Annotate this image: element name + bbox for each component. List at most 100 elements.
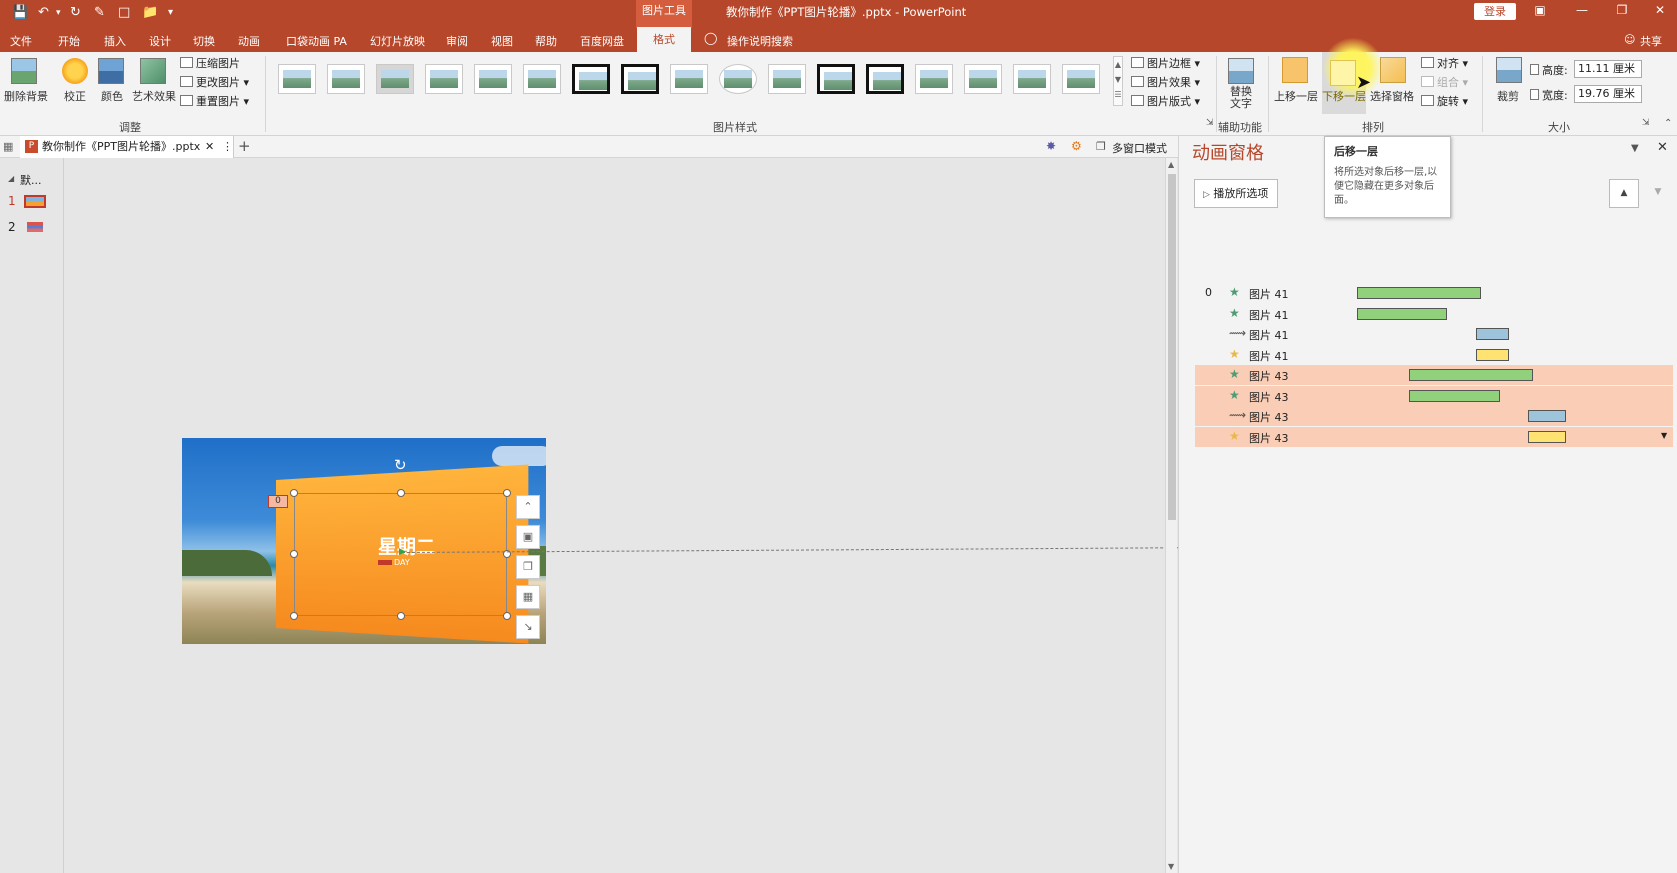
picture-layout-button[interactable]: 图片版式 ▾ bbox=[1131, 93, 1200, 109]
close-tab-icon[interactable]: ✕ bbox=[205, 136, 214, 158]
alt-text-button[interactable]: 替换 文字 bbox=[1230, 86, 1252, 110]
picture-style-option[interactable] bbox=[719, 64, 757, 94]
tab-slideshow[interactable]: 幻灯片放映 bbox=[370, 33, 425, 49]
touch-mode-icon[interactable]: ✎ bbox=[94, 5, 105, 20]
picture-style-option[interactable] bbox=[523, 64, 561, 94]
color-button[interactable]: 颜色 bbox=[101, 88, 123, 104]
picture-effects-button[interactable]: 图片效果 ▾ bbox=[1131, 74, 1200, 90]
collapse-ribbon-icon[interactable]: ⌃ bbox=[1664, 118, 1672, 129]
remove-background-button[interactable]: 删除背景 bbox=[4, 88, 48, 104]
picture-style-option[interactable] bbox=[425, 64, 463, 94]
animation-timing-bar[interactable] bbox=[1475, 328, 1509, 340]
move-up-button[interactable]: ▲ bbox=[1609, 179, 1639, 208]
section-name[interactable]: 默... bbox=[20, 172, 42, 188]
picture-style-option[interactable] bbox=[1062, 64, 1100, 94]
animation-timing-bar[interactable] bbox=[1409, 389, 1500, 402]
animation-timing-bar[interactable] bbox=[1409, 369, 1533, 381]
animation-timing-bar[interactable] bbox=[1357, 287, 1481, 299]
share-button[interactable]: 共享 bbox=[1640, 33, 1662, 49]
animation-timing-bar[interactable] bbox=[1528, 430, 1566, 443]
picture-style-option[interactable] bbox=[474, 64, 512, 94]
scroll-up-icon[interactable]: ▲ bbox=[1168, 160, 1174, 169]
picture-style-option[interactable] bbox=[621, 64, 659, 94]
play-selected-button[interactable]: ▷ 播放所选项 bbox=[1194, 179, 1278, 208]
animation-item[interactable]: ★ 图片 41 bbox=[1195, 345, 1673, 365]
group-button[interactable]: 组合 ▾ bbox=[1421, 74, 1468, 90]
close-pane-icon[interactable]: ✕ bbox=[1657, 140, 1668, 155]
animation-item[interactable]: ★ 图片 43 ▼ bbox=[1195, 426, 1673, 447]
tab-design[interactable]: 设计 bbox=[149, 33, 171, 49]
align-button[interactable]: 对齐 ▾ bbox=[1421, 55, 1468, 71]
resize-handle-bl[interactable] bbox=[290, 612, 298, 620]
tab-home[interactable]: 开始 bbox=[58, 33, 80, 49]
slide-vertical-scrollbar[interactable]: ▲ ▼ bbox=[1165, 158, 1177, 873]
document-tab[interactable]: P 教你制作《PPT图片轮播》.pptx ✕ ⋮ bbox=[20, 136, 234, 158]
picture-style-option[interactable] bbox=[1013, 64, 1051, 94]
picture-style-option[interactable] bbox=[915, 64, 953, 94]
picture-style-option[interactable] bbox=[768, 64, 806, 94]
tab-format[interactable]: 格式 bbox=[637, 27, 691, 52]
move-down-button[interactable]: ▼ bbox=[1643, 179, 1673, 208]
scroll-thumb[interactable] bbox=[1168, 174, 1176, 520]
minimize-icon[interactable]: — bbox=[1572, 3, 1592, 17]
artistic-effects-button[interactable]: 艺术效果 bbox=[132, 88, 176, 104]
gallery-scroll[interactable]: ▲ ▼ ☰ bbox=[1113, 56, 1123, 106]
animation-item[interactable]: ⟿ 图片 41 bbox=[1195, 324, 1673, 344]
tab-transitions[interactable]: 切换 bbox=[193, 33, 215, 49]
picture-style-option[interactable] bbox=[327, 64, 365, 94]
bring-forward-button[interactable]: 上移一层 bbox=[1274, 88, 1318, 104]
picture-style-option[interactable] bbox=[866, 64, 904, 94]
selection-pane-button[interactable]: 选择窗格 bbox=[1370, 88, 1414, 104]
corrections-button[interactable]: 校正 bbox=[64, 88, 86, 104]
layout-options-icon[interactable]: ⌃ bbox=[516, 495, 540, 519]
tab-view[interactable]: 视图 bbox=[491, 33, 513, 49]
quick-resize-icon[interactable]: ↘ bbox=[516, 615, 540, 639]
quick-replace-icon[interactable]: ▦ bbox=[516, 585, 540, 609]
item-dropdown-icon[interactable]: ▼ bbox=[1661, 431, 1667, 440]
picture-style-option[interactable] bbox=[572, 64, 610, 94]
resize-handle-tr[interactable] bbox=[503, 489, 511, 497]
compress-pictures-button[interactable]: 压缩图片 bbox=[180, 55, 240, 71]
animation-timing-bar[interactable] bbox=[1357, 307, 1448, 320]
tab-help[interactable]: 帮助 bbox=[535, 33, 557, 49]
tab-pocket-animation[interactable]: 口袋动画 PA bbox=[286, 33, 347, 49]
close-window-icon[interactable]: ✕ bbox=[1650, 3, 1670, 17]
animation-timing-bar[interactable] bbox=[1528, 410, 1566, 422]
picture-style-option[interactable] bbox=[376, 64, 414, 94]
tab-animations[interactable]: 动画 bbox=[238, 33, 260, 49]
tab-baidu-netdisk[interactable]: 百度网盘 bbox=[580, 33, 624, 49]
tab-menu-icon[interactable]: ▦ bbox=[3, 140, 13, 153]
resize-handle-tm[interactable] bbox=[397, 489, 405, 497]
quick-arrange-icon[interactable]: ❐ bbox=[516, 555, 540, 579]
slide-thumbnail-1[interactable] bbox=[24, 195, 46, 208]
undo-icon[interactable]: ↶ bbox=[38, 5, 49, 20]
picture-style-option[interactable] bbox=[964, 64, 1002, 94]
new-file-icon[interactable]: □ bbox=[118, 5, 130, 20]
section-collapse-icon[interactable]: ◢ bbox=[8, 174, 14, 183]
change-picture-button[interactable]: 更改图片 ▾ bbox=[180, 74, 249, 90]
dialog-launcher-icon[interactable]: ⇲ bbox=[1206, 118, 1214, 128]
save-icon[interactable]: 💾 bbox=[12, 5, 28, 20]
pane-options-icon[interactable]: ▼ bbox=[1631, 143, 1639, 154]
login-button[interactable]: 登录 bbox=[1474, 3, 1516, 20]
customize-qat-icon[interactable]: ▾ bbox=[168, 7, 173, 18]
undo-dropdown-icon[interactable]: ▾ bbox=[56, 8, 61, 18]
picture-style-option[interactable] bbox=[278, 64, 316, 94]
picture-style-option[interactable] bbox=[670, 64, 708, 94]
tab-review[interactable]: 审阅 bbox=[446, 33, 468, 49]
tab-insert[interactable]: 插入 bbox=[104, 33, 126, 49]
size-dialog-launcher-icon[interactable]: ⇲ bbox=[1642, 118, 1650, 128]
animation-item[interactable]: ★ 图片 43 bbox=[1195, 385, 1673, 406]
animation-item[interactable]: 0 ★ 图片 41 bbox=[1195, 283, 1673, 303]
rotate-handle-icon[interactable]: ↻ bbox=[394, 456, 407, 474]
resize-handle-bm[interactable] bbox=[397, 612, 405, 620]
width-input[interactable]: 19.76 厘米 bbox=[1574, 85, 1642, 103]
animation-timing-bar[interactable] bbox=[1475, 348, 1509, 361]
open-folder-icon[interactable]: 📁 bbox=[142, 5, 158, 20]
crop-button[interactable]: 裁剪 bbox=[1497, 88, 1519, 104]
animation-order-marker[interactable]: 0 bbox=[268, 495, 288, 508]
resize-handle-ml[interactable] bbox=[290, 550, 298, 558]
scroll-down-icon[interactable]: ▼ bbox=[1168, 862, 1174, 871]
reset-picture-button[interactable]: 重置图片 ▾ bbox=[180, 93, 249, 109]
animation-item[interactable]: ★ 图片 41 bbox=[1195, 304, 1673, 324]
